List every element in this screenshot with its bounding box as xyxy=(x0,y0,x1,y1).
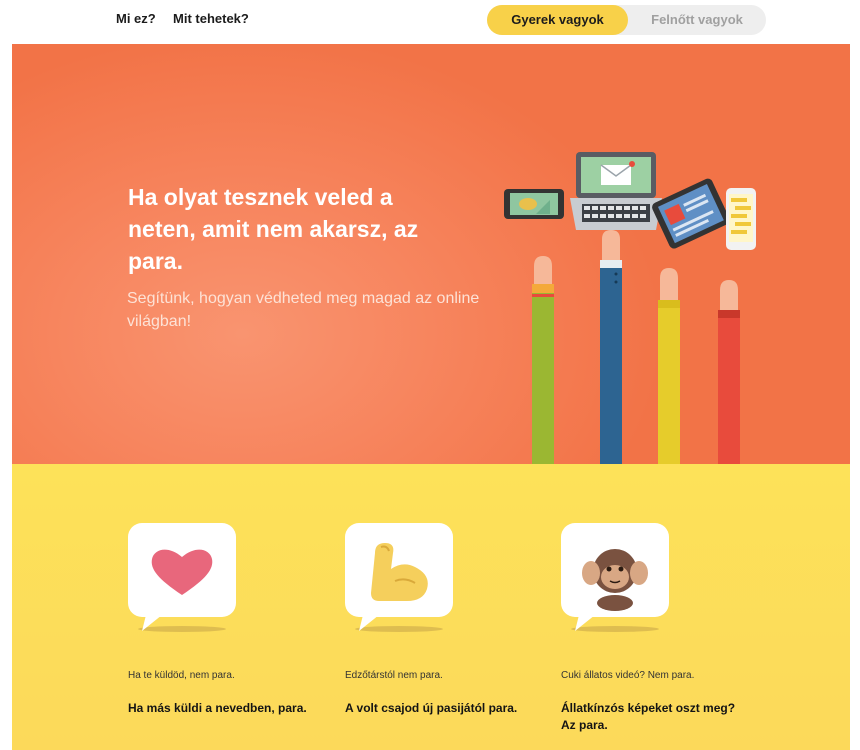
toggle-adult-option[interactable]: Felnőtt vagyok xyxy=(628,5,766,35)
examples-section: Ha te küldöd, nem para. Ha más küldi a n… xyxy=(12,464,850,750)
audience-toggle[interactable]: Gyerek vagyok Felnőtt vagyok xyxy=(487,5,766,35)
nav-link-mit-tehetek[interactable]: Mit tehetek? xyxy=(173,11,249,26)
top-nav: Mi ez? Mit tehetek? Gyerek vagyok Felnőt… xyxy=(0,0,860,44)
speech-bubble xyxy=(345,523,453,632)
card-1-caption: Ha te küldöd, nem para. xyxy=(128,670,235,681)
card-1-headline: Ha más küldi a nevedben, para. xyxy=(128,701,307,715)
card-2-caption: Edzőtárstól nem para. xyxy=(345,670,443,681)
card-2-headline: A volt csajod új pasijától para. xyxy=(345,701,518,715)
card-3-headline: Állatkínzós képeket oszt meg? Az para. xyxy=(561,701,736,732)
green-arm-phone xyxy=(504,189,564,464)
speech-bubble xyxy=(561,523,669,632)
blue-arm-laptop xyxy=(570,152,662,464)
hero-subtitle: Segítünk, hogyan védheted meg magad az o… xyxy=(127,290,480,330)
hero-banner: Ha olyat tesznek veled a neten, amit nem… xyxy=(12,44,850,464)
hero-title: Ha olyat tesznek veled a neten, amit nem… xyxy=(128,184,419,274)
nav-link-mi-ez[interactable]: Mi ez? xyxy=(116,11,156,26)
toggle-child-option[interactable]: Gyerek vagyok xyxy=(487,5,628,35)
hands-devices-illustration xyxy=(504,152,756,464)
card-3-caption: Cuki állatos videó? Nem para. xyxy=(561,670,695,681)
speech-bubble xyxy=(128,523,236,632)
red-arm-phone xyxy=(718,188,756,464)
